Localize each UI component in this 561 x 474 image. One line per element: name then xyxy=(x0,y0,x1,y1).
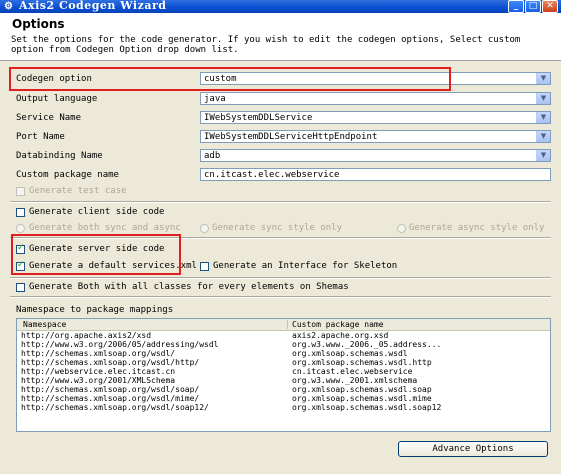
generate-test-case-checkbox[interactable] xyxy=(16,187,25,196)
column-header-namespace[interactable]: Namespace xyxy=(23,320,66,329)
package-cell[interactable]: org.xmlsoap.schemas.wsdl.soap xyxy=(292,385,432,394)
package-cell[interactable]: org.w3.www._2001.xmlschema xyxy=(292,376,417,385)
port-name-select[interactable]: IWebSystemDDLServiceHttpEndpoint ▼ xyxy=(200,130,551,143)
async-only-radio[interactable] xyxy=(397,224,406,233)
port-name-value: IWebSystemDDLServiceHttpEndpoint xyxy=(204,132,378,142)
chevron-down-icon[interactable]: ▼ xyxy=(536,150,550,161)
table-row[interactable]: http://schemas.xmlsoap.org/wsdl/ org.xml… xyxy=(17,349,550,358)
sync-only-radio[interactable] xyxy=(200,224,209,233)
namespace-cell: http://org.apache.axis2/xsd xyxy=(21,331,152,340)
chevron-down-icon[interactable]: ▼ xyxy=(536,131,550,142)
sync-only-label: Generate sync style only xyxy=(212,223,343,233)
table-row[interactable]: http://webservice.elec.itcast.cn cn.itca… xyxy=(17,367,550,376)
window-title: Axis2 Codegen Wizard xyxy=(19,0,167,12)
generate-test-case-label: Generate test case xyxy=(29,186,127,196)
namespace-mapping-table[interactable]: Namespace Custom package name http://org… xyxy=(16,318,551,432)
service-name-label: Service Name xyxy=(16,113,82,123)
generate-all-classes-label: Generate Both with all classes for every… xyxy=(29,282,349,292)
chevron-down-icon[interactable]: ▼ xyxy=(536,112,550,123)
table-row[interactable]: http://schemas.xmlsoap.org/wsdl/mime/ or… xyxy=(17,394,550,403)
package-cell[interactable]: axis2.apache.org.xsd xyxy=(292,331,388,340)
package-cell[interactable]: org.xmlsoap.schemas.wsdl.mime xyxy=(292,394,432,403)
service-name-value: IWebSystemDDLService xyxy=(204,113,313,123)
namespace-cell: http://schemas.xmlsoap.org/wsdl/mime/ xyxy=(21,394,200,403)
codegen-wizard-window: ⚙ Axis2 Codegen Wizard _ □ ✕ Options Set… xyxy=(0,0,561,474)
package-cell[interactable]: org.w3.www._2006._05.address... xyxy=(292,340,441,349)
port-name-label: Port Name xyxy=(16,132,65,142)
namespace-section-label: Namespace to package mappings xyxy=(16,305,174,315)
namespace-cell: http://schemas.xmlsoap.org/wsdl/http/ xyxy=(21,358,200,367)
wizard-header: Options Set the options for the code gen… xyxy=(0,13,561,61)
output-language-label: Output language xyxy=(16,94,98,104)
generate-all-classes-checkbox[interactable] xyxy=(16,283,25,292)
title-bar[interactable]: ⚙ Axis2 Codegen Wizard _ □ ✕ xyxy=(0,0,561,13)
namespace-cell: http://www.w3.org/2006/05/addressing/wsd… xyxy=(21,340,219,349)
databinding-name-label: Databinding Name xyxy=(16,151,103,161)
databinding-name-select[interactable]: adb ▼ xyxy=(200,149,551,162)
table-row[interactable]: http://schemas.xmlsoap.org/wsdl/http/ or… xyxy=(17,358,550,367)
generate-client-side-checkbox[interactable] xyxy=(16,208,25,217)
page-description: Set the options for the code generator. … xyxy=(11,35,521,55)
highlight-box-server xyxy=(11,234,181,275)
both-sync-async-radio[interactable] xyxy=(16,224,25,233)
namespace-cell: http://schemas.xmlsoap.org/wsdl/ xyxy=(21,349,176,358)
custom-package-name-value: cn.itcast.elec.webservice xyxy=(204,170,340,180)
namespace-cell: http://www.w3.org/2001/XMLSchema xyxy=(21,376,176,385)
advance-options-button[interactable]: Advance Options xyxy=(398,441,548,457)
table-row[interactable]: http://www.w3.org/2006/05/addressing/wsd… xyxy=(17,340,550,349)
output-language-value: java xyxy=(204,94,226,104)
chevron-down-icon[interactable]: ▼ xyxy=(536,93,550,104)
generate-interface-skeleton-label: Generate an Interface for Skeleton xyxy=(213,261,398,271)
table-row[interactable]: http://schemas.xmlsoap.org/wsdl/soap12/ … xyxy=(17,403,550,412)
generate-interface-skeleton-checkbox[interactable] xyxy=(200,262,209,271)
output-language-select[interactable]: java ▼ xyxy=(200,92,551,105)
namespace-cell: http://webservice.elec.itcast.cn xyxy=(21,367,176,376)
databinding-name-value: adb xyxy=(204,151,221,161)
app-icon: ⚙ xyxy=(4,1,13,12)
column-divider[interactable] xyxy=(287,320,288,329)
maximize-button[interactable]: □ xyxy=(525,0,541,13)
async-only-label: Generate async style only xyxy=(409,223,545,233)
chevron-down-icon[interactable]: ▼ xyxy=(536,73,550,84)
divider xyxy=(10,201,551,203)
table-row[interactable]: http://org.apache.axis2/xsd axis2.apache… xyxy=(17,331,550,340)
package-cell[interactable]: org.xmlsoap.schemas.wsdl.http xyxy=(292,358,432,367)
page-title: Options xyxy=(12,17,65,31)
minimize-button[interactable]: _ xyxy=(508,0,524,13)
generate-client-side-label: Generate client side code xyxy=(29,207,165,217)
divider xyxy=(10,277,551,279)
table-row[interactable]: http://www.w3.org/2001/XMLSchema org.w3.… xyxy=(17,376,550,385)
service-name-select[interactable]: IWebSystemDDLService ▼ xyxy=(200,111,551,124)
close-button[interactable]: ✕ xyxy=(542,0,558,13)
highlight-box-codegen xyxy=(9,67,451,91)
table-row[interactable]: http://schemas.xmlsoap.org/wsdl/soap/ or… xyxy=(17,385,550,394)
divider xyxy=(10,296,551,298)
column-header-package[interactable]: Custom package name xyxy=(292,320,384,329)
package-cell[interactable]: org.xmlsoap.schemas.wsdl xyxy=(292,349,408,358)
both-sync-async-label: Generate both sync and async xyxy=(29,223,181,233)
custom-package-name-label: Custom package name xyxy=(16,170,119,180)
package-cell[interactable]: org.xmlsoap.schemas.wsdl.soap12 xyxy=(292,403,441,412)
custom-package-name-input[interactable]: cn.itcast.elec.webservice xyxy=(200,168,551,181)
namespace-cell: http://schemas.xmlsoap.org/wsdl/soap12/ xyxy=(21,403,209,412)
table-header: Namespace Custom package name xyxy=(17,319,550,331)
namespace-cell: http://schemas.xmlsoap.org/wsdl/soap/ xyxy=(21,385,200,394)
package-cell[interactable]: cn.itcast.elec.webservice xyxy=(292,367,412,376)
